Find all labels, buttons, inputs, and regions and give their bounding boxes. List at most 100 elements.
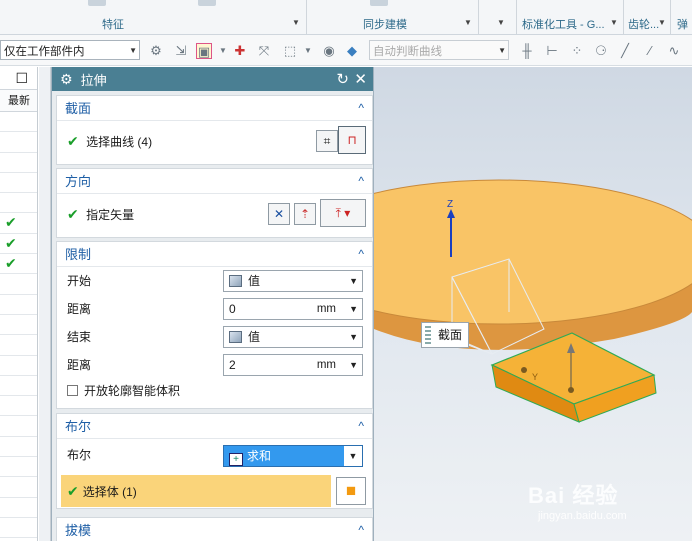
line-icon[interactable]: ╱ (617, 43, 633, 59)
curve-rule-select[interactable]: 自动判断曲线 ▼ (369, 40, 509, 60)
list-item[interactable] (0, 153, 37, 173)
chevron-down-icon[interactable]: ▼ (349, 299, 358, 319)
limits-header[interactable]: 限制 ^ (57, 242, 372, 267)
chevron-down-icon[interactable]: ▼ (129, 46, 137, 55)
list-item[interactable] (0, 173, 37, 194)
ribbon-command-icon[interactable] (198, 0, 216, 6)
list-item[interactable] (0, 457, 37, 478)
chevron-down-icon[interactable]: ▼ (658, 18, 666, 27)
rectangle-select-icon[interactable]: ⬚ (282, 43, 298, 59)
network-icon[interactable]: ⁘ (569, 43, 585, 59)
list-item[interactable]: ✔ (0, 234, 37, 255)
filter-icon[interactable]: ⚙ (148, 43, 164, 59)
reverse-direction-button[interactable]: ✕ (268, 203, 290, 225)
ribbon-group-sync-modeling[interactable]: 同步建模 (363, 16, 407, 32)
gear-group-icon[interactable]: ⚆ (593, 43, 609, 59)
ribbon-command-icon[interactable] (370, 0, 388, 6)
chevron-down-icon[interactable]: ▼ (498, 46, 506, 55)
vector-dialog-button[interactable]: ⇡ (294, 203, 316, 225)
end-distance-input[interactable]: 2 mm ▼ (223, 354, 363, 376)
chevron-down-icon[interactable]: ▼ (349, 327, 358, 347)
reset-icon[interactable]: ↻ (336, 70, 349, 88)
chevron-up-icon[interactable]: ^ (358, 96, 364, 121)
ribbon-group-standard-tools[interactable]: 标准化工具 - G... (522, 16, 605, 32)
draft-panel: 拔模 ^ (56, 517, 373, 541)
ribbon-group-feature[interactable]: 特征 (102, 16, 124, 32)
end-type-select[interactable]: 值 ▼ (223, 326, 363, 348)
point-icon[interactable]: ✚ (232, 43, 248, 59)
select-curve-row[interactable]: ✔ 选择曲线 (4) ⌗ ⊓ (57, 121, 372, 161)
panel-splitter[interactable] (39, 67, 51, 541)
list-item[interactable]: ✔ (0, 254, 37, 275)
direction-panel: 方向 ^ ✔ 指定矢量 ✕ ⇡ ⤒ ▾ (56, 168, 373, 238)
maximize-icon[interactable]: ☐ (0, 67, 37, 90)
ribbon-command-icon[interactable] (88, 0, 106, 6)
list-item[interactable] (0, 295, 37, 315)
select-box-icon[interactable]: ▣ (196, 43, 212, 59)
list-item[interactable] (0, 356, 37, 376)
ribbon-group-spring[interactable]: 弹 (677, 16, 688, 32)
open-profile-row[interactable]: 开放轮廓智能体积 (57, 379, 372, 404)
handle-origin-point[interactable] (568, 387, 574, 393)
select-body-row[interactable]: ✔ 选择体 (1) (61, 475, 331, 507)
chevron-down-icon[interactable]: ▼ (349, 355, 358, 375)
chevron-down-icon[interactable]: ▼ (610, 18, 618, 27)
model-scene[interactable]: Z Y (374, 67, 692, 541)
list-item[interactable] (0, 477, 37, 498)
list-item[interactable] (0, 416, 37, 437)
start-type-select[interactable]: 值 ▼ (223, 270, 363, 292)
chevron-down-icon[interactable]: ▼ (215, 43, 231, 59)
end-distance-label: 距离 (67, 358, 92, 372)
chevron-down-icon[interactable]: ▼ (292, 18, 300, 27)
handle-point[interactable] (521, 367, 527, 373)
curve-icon[interactable]: ∿ (666, 43, 682, 59)
list-item[interactable] (0, 498, 37, 518)
list-item[interactable] (0, 376, 37, 397)
open-profile-checkbox[interactable] (67, 385, 78, 396)
chevron-up-icon[interactable]: ^ (358, 518, 364, 541)
draft-header[interactable]: 拔模 ^ (57, 518, 372, 541)
scope-filter-select[interactable]: 仅在工作部件内 ▼ (0, 40, 140, 60)
list-item[interactable] (0, 315, 37, 336)
chevron-up-icon[interactable]: ^ (358, 242, 364, 267)
list-item[interactable] (0, 335, 37, 356)
curve-select-button[interactable]: ⊓ (338, 126, 366, 154)
chevron-down-icon[interactable]: ▼ (464, 18, 472, 27)
chevron-down-icon[interactable]: ▼ (497, 18, 505, 27)
close-icon[interactable]: ✕ (354, 70, 367, 88)
chevron-down-icon[interactable]: ▼ (344, 446, 362, 466)
tangent-line-icon[interactable]: ∕ (642, 43, 658, 59)
direction-header[interactable]: 方向 ^ (57, 169, 372, 194)
view-icon[interactable]: ◉ (321, 43, 337, 59)
parallel-icon[interactable]: ╫ (519, 43, 535, 59)
cylinder-top-face[interactable] (374, 179, 692, 325)
list-item[interactable] (0, 437, 37, 458)
chevron-up-icon[interactable]: ^ (358, 169, 364, 194)
snap-icon[interactable]: ⇲ (173, 43, 189, 59)
intersect-icon[interactable]: ⤧ (256, 43, 272, 59)
vector-type-dropdown[interactable]: ⤒ ▾ (320, 199, 366, 227)
chevron-up-icon[interactable]: ^ (358, 414, 364, 439)
gear-icon[interactable]: ⚙ (60, 71, 73, 88)
list-item[interactable] (0, 396, 37, 417)
boolean-type-select[interactable]: + 求和 ▼ (223, 445, 363, 467)
graphics-viewport[interactable]: Z Y (374, 67, 692, 541)
chevron-down-icon[interactable]: ▼ (300, 43, 316, 59)
sketch-section-button[interactable]: ⌗ (316, 130, 338, 152)
list-item[interactable] (0, 518, 37, 539)
vector-row[interactable]: ✔ 指定矢量 ✕ ⇡ ⤒ ▾ (57, 194, 372, 234)
list-item[interactable] (0, 112, 37, 133)
list-item[interactable] (0, 274, 37, 295)
start-distance-input[interactable]: 0 mm ▼ (223, 298, 363, 320)
boolean-header[interactable]: 布尔 ^ (57, 414, 372, 439)
select-body-button[interactable]: ■ (336, 477, 366, 505)
cube-icon[interactable]: ◆ (344, 43, 360, 59)
constraint-icon[interactable]: ⊢ (544, 43, 560, 59)
list-item[interactable] (0, 193, 37, 214)
column-header-latest[interactable]: 最新 (0, 90, 37, 112)
list-item[interactable]: ✔ (0, 213, 37, 234)
chevron-down-icon[interactable]: ▼ (349, 271, 358, 291)
ribbon-group-gear[interactable]: 齿轮... (628, 16, 659, 32)
section-header[interactable]: 截面 ^ (57, 96, 372, 121)
list-item[interactable] (0, 132, 37, 153)
